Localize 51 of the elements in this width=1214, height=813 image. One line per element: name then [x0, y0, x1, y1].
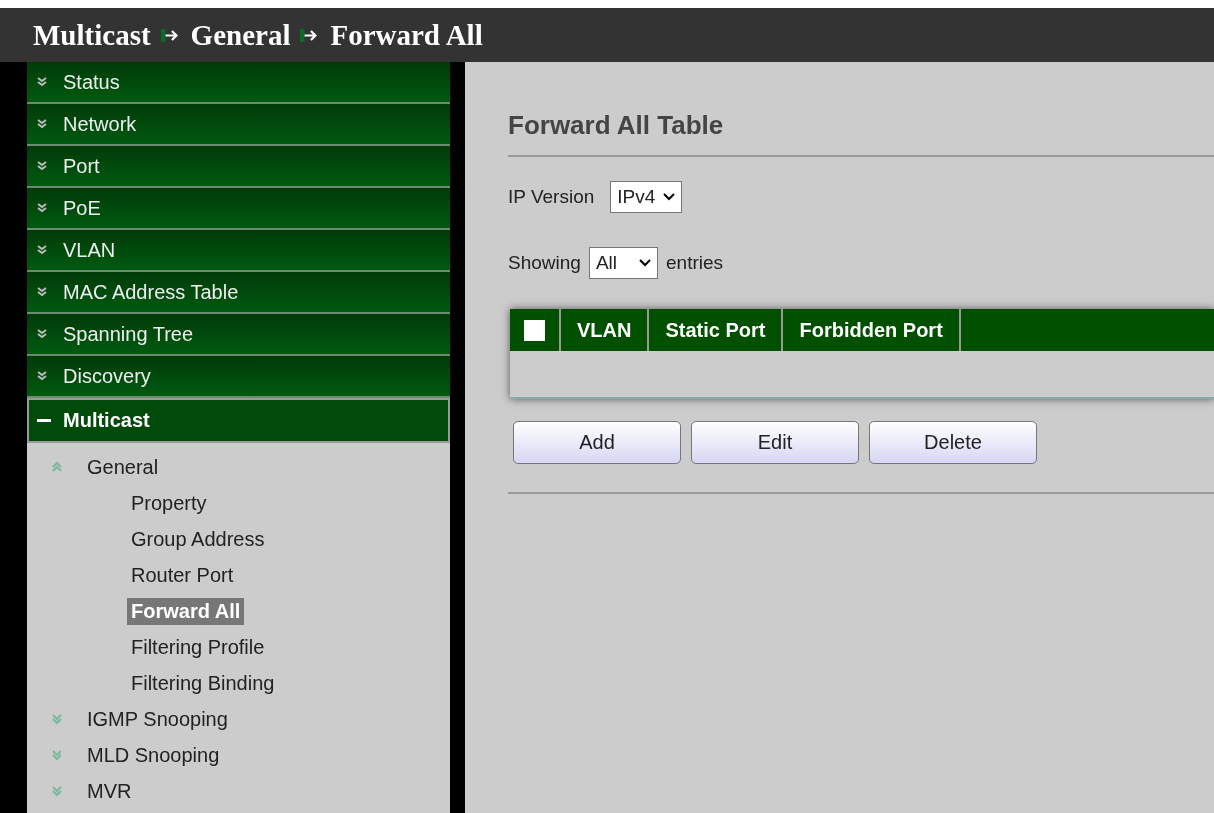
breadcrumb-item: Multicast	[33, 18, 151, 52]
submenu-link[interactable]: Property	[127, 489, 211, 517]
menu-item[interactable]: Discovery	[27, 356, 450, 398]
column-header: VLAN	[561, 309, 650, 351]
menu-item[interactable]: Port	[27, 146, 450, 188]
chevron-down-icon	[37, 77, 47, 87]
submenu-item[interactable]: MLD Snooping	[27, 737, 450, 773]
minus-icon	[37, 418, 51, 423]
submenu-link[interactable]: Forward All	[127, 597, 245, 625]
menu-item[interactable]: VLAN	[27, 230, 450, 272]
menu-item[interactable]: Status	[27, 62, 450, 104]
submenu-item[interactable]: General	[27, 449, 450, 485]
breadcrumb-item: Forward All	[330, 18, 483, 52]
chevron-down-icon	[51, 749, 63, 761]
chevron-down-icon	[37, 245, 47, 255]
column-header: Forbidden Port	[783, 309, 961, 351]
arrow-icon	[160, 27, 181, 43]
ip-version-label: IP Version	[508, 186, 595, 208]
breadcrumb-item: General	[190, 18, 291, 52]
submenu-link[interactable]: Filtering Profile	[127, 633, 269, 661]
chevron-down-icon	[51, 713, 63, 725]
entries-select[interactable]: All	[588, 247, 658, 279]
action-button[interactable]: Delete	[869, 421, 1037, 464]
select-all-checkbox[interactable]	[524, 319, 545, 341]
column-header: Static Port	[649, 309, 784, 351]
chevron-down-icon	[37, 371, 47, 381]
menu-item[interactable]: Multicast	[27, 398, 450, 443]
caret-icon	[639, 259, 651, 267]
section-title: Forward All Table	[508, 110, 725, 141]
submenu-link[interactable]: Filtering Binding	[127, 669, 279, 697]
chevron-down-icon	[37, 329, 47, 339]
showing-label: Showing	[508, 252, 581, 274]
submenu-item[interactable]: MVR	[27, 773, 450, 809]
menu-item[interactable]: Network	[27, 104, 450, 146]
submenu-item[interactable]: IGMP Snooping	[27, 701, 450, 737]
chevron-down-icon	[37, 161, 47, 171]
chevron-down-icon	[37, 119, 47, 129]
caret-icon	[663, 193, 676, 201]
menu-item[interactable]: Spanning Tree	[27, 314, 450, 356]
ip-version-select[interactable]: IPv4	[610, 181, 683, 213]
action-button[interactable]: Edit	[691, 421, 859, 464]
menu-item[interactable]: MAC Address Table	[27, 272, 450, 314]
menu-item[interactable]: PoE	[27, 188, 450, 230]
chevron-down-icon	[37, 287, 47, 297]
chevron-up-icon	[51, 461, 63, 473]
submenu-link[interactable]: Router Port	[127, 561, 238, 589]
chevron-down-icon	[37, 203, 47, 213]
entries-label: entries	[666, 252, 724, 274]
submenu-link[interactable]: Group Address	[127, 525, 269, 553]
action-button[interactable]: Add	[513, 421, 681, 464]
chevron-down-icon	[51, 785, 63, 797]
